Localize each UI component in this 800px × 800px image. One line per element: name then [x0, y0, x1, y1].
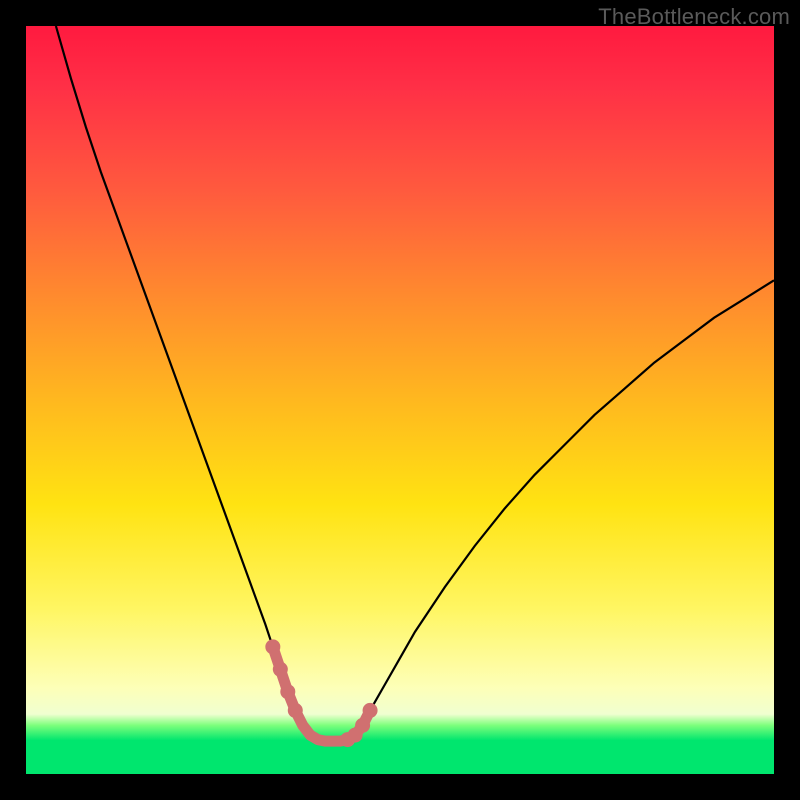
chart-frame: TheBottleneck.com: [0, 0, 800, 800]
chart-svg: [26, 26, 774, 774]
highlight-dot: [265, 639, 280, 654]
highlight-dot: [355, 718, 370, 733]
highlight-dot: [280, 684, 295, 699]
highlight-dot: [273, 662, 288, 677]
highlight-dot: [363, 703, 378, 718]
chart-plot-area: [26, 26, 774, 774]
curve-line: [56, 26, 774, 741]
highlight-dot: [288, 703, 303, 718]
watermark-text: TheBottleneck.com: [598, 4, 790, 30]
highlight-dots: [265, 639, 377, 747]
